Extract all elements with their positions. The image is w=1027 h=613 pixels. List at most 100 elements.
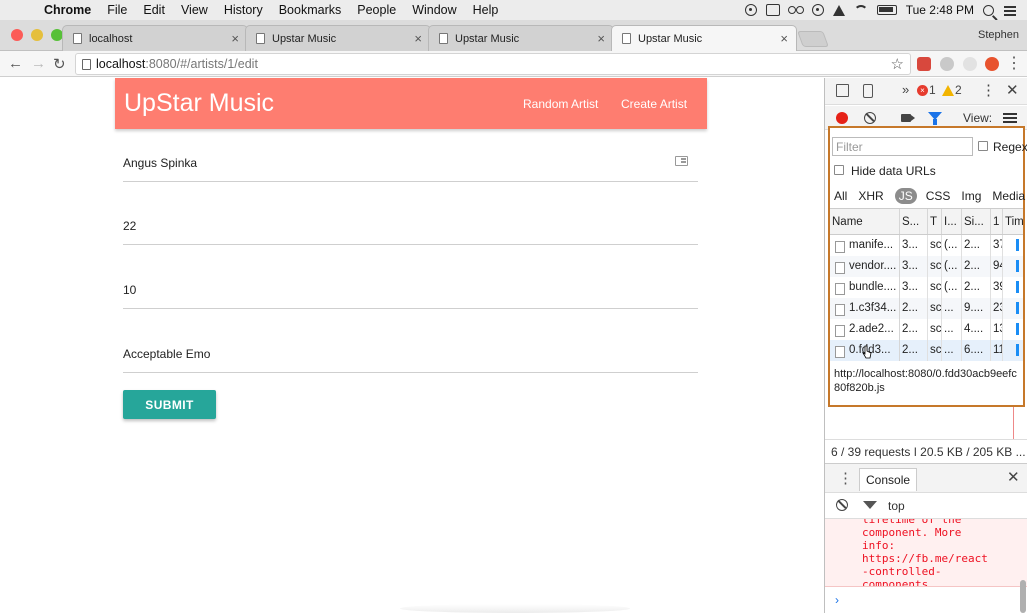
- error-count-icon[interactable]: ×: [917, 85, 928, 96]
- random-artist-link[interactable]: Random Artist: [523, 97, 598, 111]
- column-time[interactable]: 1: [991, 209, 1003, 234]
- column-status[interactable]: S...: [900, 209, 928, 234]
- menu-bookmarks[interactable]: Bookmarks: [279, 3, 342, 17]
- address-bar[interactable]: localhost:8080/#/artists/1/edit ☆: [75, 53, 911, 75]
- type-filter-js[interactable]: JS: [894, 188, 917, 204]
- submit-button[interactable]: SUBMIT: [123, 390, 216, 419]
- notification-center-icon[interactable]: [1003, 4, 1017, 16]
- docker-icon[interactable]: [765, 4, 780, 16]
- drive-icon[interactable]: [832, 4, 845, 16]
- extension-icon[interactable]: [963, 57, 977, 71]
- drawer-menu-icon[interactable]: ⋮: [838, 469, 853, 487]
- tab-close-icon[interactable]: ×: [231, 31, 239, 46]
- console-filter-icon[interactable]: [863, 501, 877, 509]
- brand-logo-text[interactable]: UpStar Music: [124, 89, 274, 118]
- column-waterfall[interactable]: Time: [1003, 209, 1023, 234]
- tab-upstar-music-1[interactable]: Upstar Music ×: [245, 25, 431, 51]
- column-name[interactable]: Name: [830, 209, 900, 234]
- record-network-icon[interactable]: [836, 112, 848, 124]
- more-panels-icon[interactable]: »: [902, 82, 909, 97]
- menu-window[interactable]: Window: [412, 3, 456, 17]
- table-row[interactable]: manife...3...sc(...2...37: [830, 235, 1023, 256]
- new-tab-button[interactable]: [797, 31, 829, 47]
- time-machine-icon[interactable]: [811, 4, 824, 16]
- chrome-menu-icon[interactable]: [1006, 53, 1022, 73]
- tab-close-icon[interactable]: ×: [414, 31, 422, 46]
- menu-app-name[interactable]: Chrome: [44, 3, 91, 17]
- devtools-menu-icon[interactable]: ⋮: [981, 81, 996, 99]
- extension-cloud-icon[interactable]: [940, 57, 954, 71]
- hide-data-urls-checkbox[interactable]: [834, 165, 844, 175]
- devtools-close-icon[interactable]: ✕: [1006, 81, 1019, 99]
- column-type[interactable]: T: [928, 209, 942, 234]
- tab-close-icon[interactable]: ×: [597, 31, 605, 46]
- capture-screenshots-icon[interactable]: [901, 114, 915, 122]
- genre-field[interactable]: Acceptable Emo: [123, 333, 698, 373]
- inspect-element-icon[interactable]: [836, 84, 849, 97]
- artist-name-field[interactable]: Angus Spinka: [123, 142, 698, 182]
- warning-count[interactable]: 2: [955, 83, 962, 97]
- autofill-card-icon[interactable]: [675, 156, 688, 166]
- type-filter-all[interactable]: All: [834, 189, 847, 203]
- drawer-close-icon[interactable]: ✕: [1007, 468, 1020, 486]
- clear-icon[interactable]: [864, 112, 876, 124]
- console-context-selector[interactable]: top: [888, 499, 905, 513]
- bookmark-star-icon[interactable]: ☆: [891, 55, 904, 73]
- filter-icon[interactable]: [928, 112, 942, 125]
- table-row[interactable]: 0.fdd3...2...sc...6....11: [830, 340, 1023, 361]
- warning-icon[interactable]: [942, 85, 954, 96]
- menu-help[interactable]: Help: [473, 3, 499, 17]
- cell-status: 2...: [900, 298, 928, 319]
- tab-title: Upstar Music: [638, 33, 703, 45]
- reload-icon[interactable]: ↻: [53, 55, 66, 73]
- menu-people[interactable]: People: [357, 3, 396, 17]
- type-filter-media[interactable]: Media: [992, 189, 1025, 203]
- tab-upstar-music-active[interactable]: Upstar Music ×: [611, 25, 797, 52]
- device-toolbar-icon[interactable]: [863, 84, 873, 98]
- profile-name[interactable]: Stephen: [978, 29, 1019, 41]
- extension-icon[interactable]: [917, 57, 931, 71]
- filter-input[interactable]: Filter: [832, 137, 973, 156]
- tab-close-icon[interactable]: ×: [780, 31, 788, 46]
- type-filter-img[interactable]: Img: [961, 189, 981, 203]
- create-artist-link[interactable]: Create Artist: [621, 97, 687, 111]
- column-initiator[interactable]: I...: [942, 209, 962, 234]
- menu-view[interactable]: View: [181, 3, 208, 17]
- regex-checkbox[interactable]: [978, 141, 988, 151]
- minimize-window-button[interactable]: [31, 29, 43, 41]
- close-window-button[interactable]: [11, 29, 23, 41]
- page-info-icon[interactable]: [82, 59, 91, 70]
- console-prompt[interactable]: ›: [835, 593, 839, 607]
- forward-arrow-icon[interactable]: →: [31, 55, 46, 72]
- error-count[interactable]: 1: [929, 83, 936, 97]
- column-size[interactable]: Si...: [962, 209, 991, 234]
- table-row[interactable]: 1.c3f34...2...sc...9....23: [830, 298, 1023, 319]
- large-rows-icon[interactable]: [1003, 113, 1017, 123]
- years-active-field[interactable]: 10: [123, 269, 698, 309]
- artist-age-field[interactable]: 22: [123, 205, 698, 245]
- extension-opera-icon[interactable]: [985, 57, 999, 71]
- glasses-icon[interactable]: [787, 4, 804, 16]
- spotlight-search-icon[interactable]: [983, 4, 994, 16]
- menubar-clock[interactable]: Tue 2:48 PM: [906, 3, 974, 17]
- tab-upstar-music-2[interactable]: Upstar Music ×: [428, 25, 614, 51]
- tab-localhost[interactable]: localhost ×: [62, 25, 248, 51]
- tab-console[interactable]: Console: [859, 468, 918, 491]
- console-scrollbar[interactable]: [1020, 580, 1026, 613]
- table-row[interactable]: vendor....3...sc(...2...94: [830, 256, 1023, 277]
- menu-history[interactable]: History: [224, 3, 263, 17]
- table-row[interactable]: 2.ade2...2...sc...4....13: [830, 319, 1023, 340]
- wifi-icon[interactable]: [853, 5, 868, 19]
- cell-type: sc: [928, 256, 942, 277]
- battery-icon[interactable]: [876, 5, 897, 15]
- table-row[interactable]: bundle....3...sc(...2...39: [830, 277, 1023, 298]
- menu-edit[interactable]: Edit: [143, 3, 165, 17]
- type-filter-xhr[interactable]: XHR: [858, 189, 883, 203]
- menu-file[interactable]: File: [107, 3, 127, 17]
- type-filter-css[interactable]: CSS: [926, 189, 951, 203]
- clear-console-icon[interactable]: [836, 499, 848, 511]
- record-status-icon[interactable]: [744, 4, 757, 16]
- file-icon: [835, 304, 845, 316]
- cell-time: 23: [991, 298, 1003, 319]
- back-arrow-icon[interactable]: ←: [8, 55, 23, 72]
